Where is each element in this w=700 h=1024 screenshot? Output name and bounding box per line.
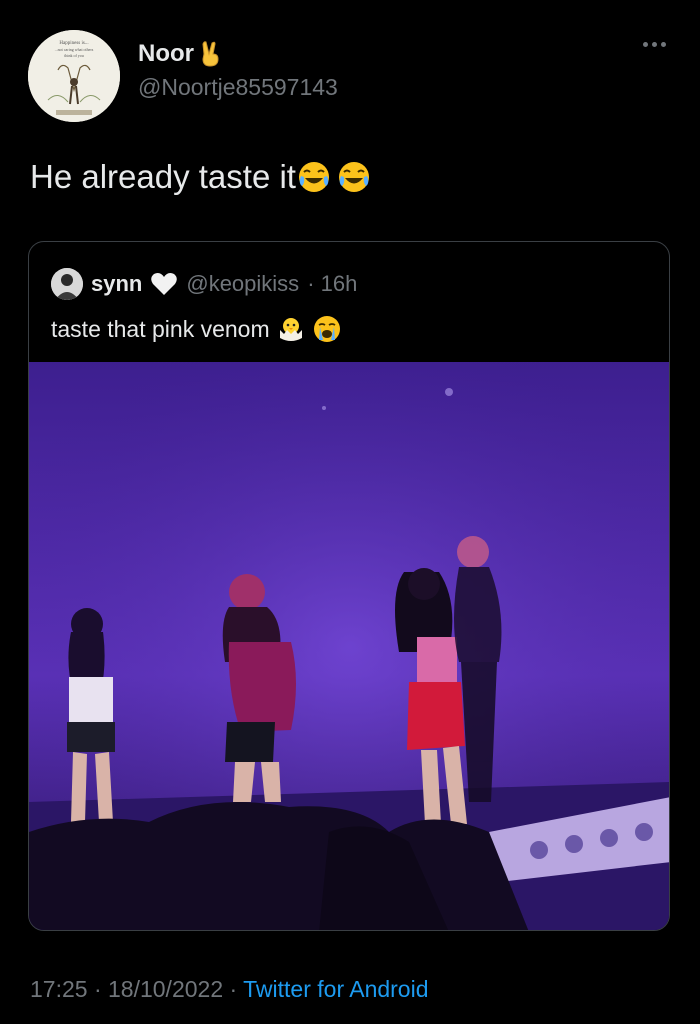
author-name-text: Noor [138,40,194,67]
quoted-author-name[interactable]: synn [91,271,142,297]
quoted-author-handle[interactable]: @keopikiss [186,271,299,297]
quoted-tweet-time[interactable]: · 16h [307,271,357,297]
quoted-tweet-card[interactable]: synn @keopikiss · 16h taste that pink ve… [28,241,670,931]
quoted-tweet-text: taste that pink venom [51,314,342,344]
quoted-author-avatar[interactable] [51,268,83,300]
tweet-text-content: He already taste it [30,158,296,195]
author-avatar[interactable]: Happiness is... ...not caring what other… [28,30,120,122]
author-name[interactable]: Noor [138,40,224,68]
more-options-icon[interactable] [643,42,666,47]
joy-emoji-icon [338,162,369,192]
avatar-text-1: Happiness is... [59,41,88,46]
quoted-tweet-media[interactable] [29,362,670,931]
tweet-text: He already taste it [30,158,372,196]
quoted-tweet-text-content: taste that pink venom [51,315,270,342]
tweet-timestamp[interactable]: 17:25 · 18/10/2022 · [30,976,243,1002]
joy-emoji-icon [298,162,329,192]
quoted-tweet-header: synn @keopikiss · 16h [51,268,357,300]
crying-face-icon [313,316,340,342]
author-handle[interactable]: @Noortje85597143 [138,74,338,101]
tweet-meta: 17:25 · 18/10/2022 · Twitter for Android [30,976,429,1003]
tweet-source-link[interactable]: Twitter for Android [243,976,428,1002]
avatar-text-3: think of you [64,53,84,58]
avatar-image: Happiness is... ...not caring what other… [28,30,120,122]
avatar-text-2: ...not caring what others [55,47,94,52]
white-heart-icon [151,273,178,295]
hatching-chick-icon [279,318,302,341]
victory-hand-icon [202,41,219,67]
